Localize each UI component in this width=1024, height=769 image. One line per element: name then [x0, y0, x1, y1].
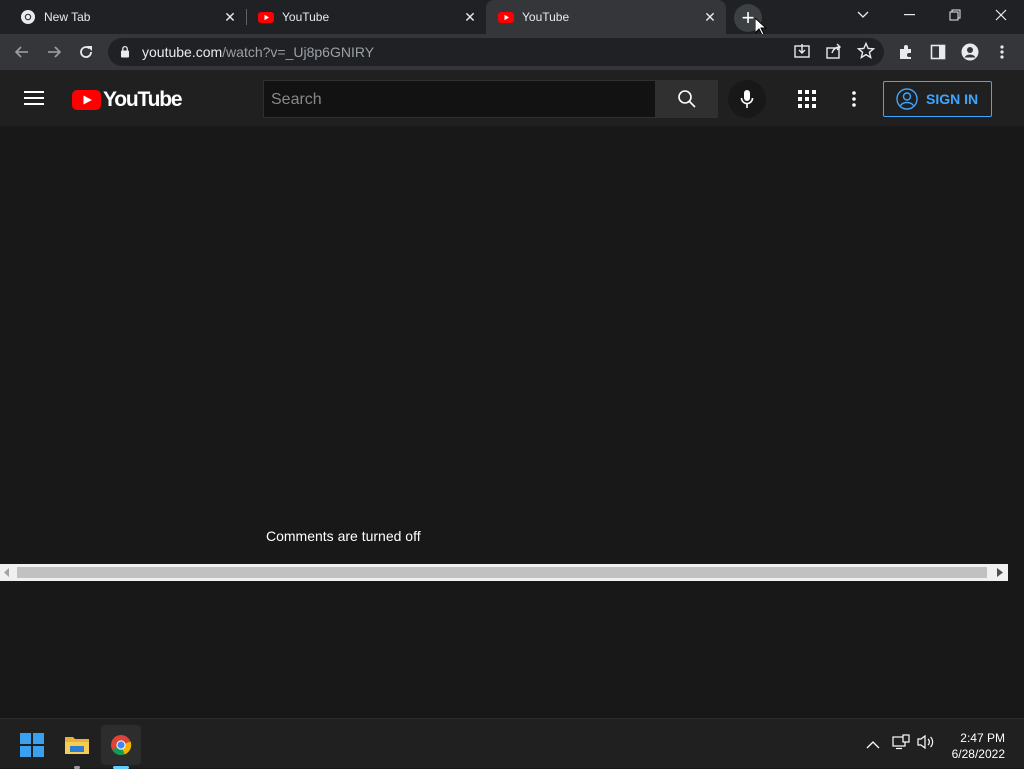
browser-tab-strip: New Tab ✕ YouTube ✕ YouTube ✕ +: [0, 0, 1024, 36]
apps-button[interactable]: [798, 90, 816, 113]
clock-date: 6/28/2022: [951, 747, 1005, 761]
speaker-icon: [917, 734, 934, 750]
lock-icon: [121, 45, 129, 58]
arrow-left-icon: [14, 46, 28, 58]
restore-icon: [949, 9, 961, 21]
close-tab-icon[interactable]: ✕: [462, 9, 478, 25]
chevron-down-icon: [857, 11, 869, 18]
folder-icon: [65, 737, 89, 754]
forward-button[interactable]: [42, 40, 66, 64]
apps-grid-icon: [798, 90, 816, 108]
tab-youtube-1[interactable]: YouTube ✕: [238, 0, 486, 34]
address-bar[interactable]: youtube.com/watch?v=_Uj8p6GNIRY: [108, 38, 884, 66]
tab-new-tab[interactable]: New Tab ✕: [0, 0, 246, 34]
minimize-button[interactable]: [886, 0, 932, 30]
reload-icon: [80, 46, 92, 58]
start-button[interactable]: [12, 725, 52, 765]
sign-in-label: SIGN IN: [926, 91, 979, 107]
volume-button[interactable]: [917, 734, 935, 755]
scroll-left-icon[interactable]: [4, 568, 10, 577]
show-hidden-icons-button[interactable]: [866, 737, 880, 755]
voice-search-button[interactable]: [728, 80, 766, 118]
youtube-logo[interactable]: YouTube: [72, 88, 183, 112]
chevron-up-icon: [866, 741, 880, 749]
hamburger-menu-icon: [24, 91, 44, 105]
windows-taskbar: 2:47 PM 6/28/2022: [0, 718, 1024, 769]
system-clock[interactable]: 2:47 PM 6/28/2022: [952, 730, 1005, 762]
youtube-logo-text: YouTube: [103, 88, 183, 111]
chrome-menu-button[interactable]: [990, 40, 1014, 64]
arrow-right-icon: [48, 46, 62, 58]
search-placeholder: Search: [271, 91, 322, 108]
close-icon: [995, 9, 1007, 21]
search-input[interactable]: Search: [263, 80, 656, 118]
install-app-button[interactable]: [792, 41, 812, 66]
chrome-icon: [20, 9, 36, 25]
close-tab-icon[interactable]: ✕: [222, 9, 238, 25]
close-window-button[interactable]: [978, 0, 1024, 30]
tab-title: YouTube: [282, 10, 330, 24]
install-icon: [794, 44, 810, 58]
settings-menu-button[interactable]: [852, 90, 856, 113]
browser-toolbar: youtube.com/watch?v=_Uj8p6GNIRY: [0, 34, 1024, 70]
share-icon: [826, 43, 841, 59]
scrollbar-thumb[interactable]: [17, 567, 987, 578]
tab-title: YouTube: [522, 10, 570, 24]
minimize-icon: [903, 14, 915, 16]
guide-menu-button[interactable]: [24, 88, 48, 113]
back-button[interactable]: [10, 40, 34, 64]
tab-search-button[interactable]: [840, 0, 886, 30]
scroll-right-icon[interactable]: [997, 568, 1003, 577]
more-vertical-icon: [852, 91, 856, 107]
youtube-icon: [498, 9, 514, 25]
clock-time: 2:47 PM: [960, 731, 1005, 745]
extensions-button[interactable]: [894, 40, 918, 64]
puzzle-icon: [900, 45, 911, 59]
profile-button[interactable]: [958, 40, 982, 64]
tab-title: New Tab: [44, 10, 91, 24]
sign-in-button[interactable]: SIGN IN: [883, 81, 992, 117]
url-text: youtube.com/watch?v=_Uj8p6GNIRY: [142, 44, 375, 60]
star-icon: [856, 41, 876, 59]
search-icon: [677, 90, 696, 108]
chrome-icon: [111, 735, 132, 756]
network-button[interactable]: [892, 734, 910, 755]
close-tab-icon[interactable]: ✕: [702, 9, 718, 25]
network-icon: [892, 734, 910, 750]
page-content: Comments are turned off: [0, 126, 1024, 718]
search-button[interactable]: [655, 80, 718, 118]
bookmark-button[interactable]: [856, 41, 876, 66]
chrome-taskbar-button[interactable]: [101, 725, 141, 769]
microphone-icon: [740, 90, 754, 108]
profile-icon: [961, 43, 979, 61]
share-button[interactable]: [824, 41, 844, 66]
comments-status: Comments are turned off: [266, 528, 421, 544]
windows-logo-icon: [20, 733, 44, 757]
more-vertical-icon: [1000, 45, 1004, 59]
side-panel-icon: [930, 44, 946, 60]
youtube-header: YouTube Search SIGN IN: [0, 70, 1024, 126]
restore-button[interactable]: [932, 0, 978, 30]
file-explorer-button[interactable]: [57, 725, 97, 769]
youtube-icon: [258, 9, 274, 25]
horizontal-scrollbar[interactable]: [0, 564, 1008, 581]
youtube-logo-icon: [72, 90, 101, 110]
account-circle-icon: [896, 88, 918, 110]
side-panel-button[interactable]: [926, 40, 950, 64]
reload-button[interactable]: [74, 40, 98, 64]
tab-youtube-active[interactable]: YouTube ✕: [486, 0, 726, 34]
